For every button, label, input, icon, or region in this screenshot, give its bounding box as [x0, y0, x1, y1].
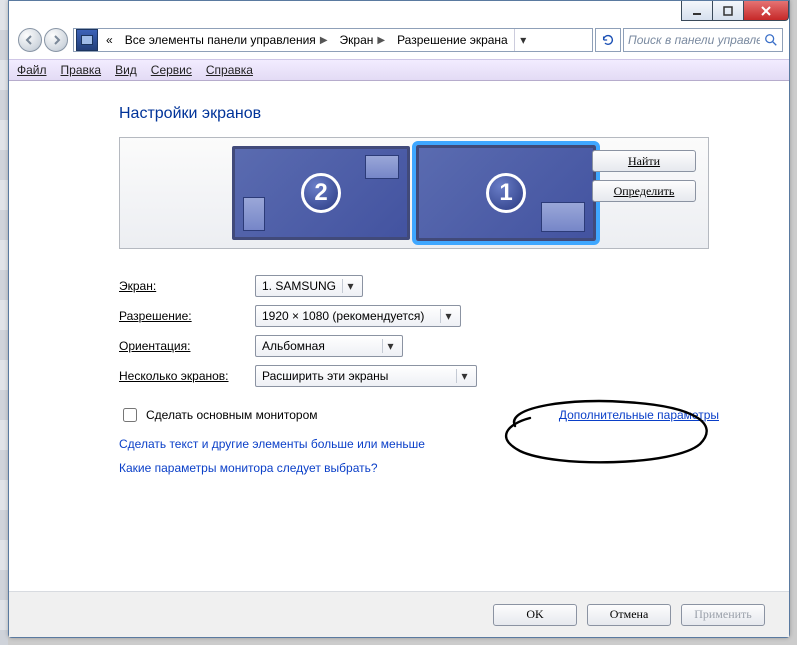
row-display: Экран: 1. SAMSUNG ▾ — [119, 271, 769, 301]
monitor-decoration-icon — [365, 155, 399, 179]
menu-service[interactable]: Сервис — [151, 63, 192, 77]
close-button[interactable] — [743, 1, 789, 21]
search-input[interactable]: Поиск в панели управления — [623, 28, 783, 52]
chevron-down-icon: ▾ — [456, 369, 472, 383]
help-links: Сделать текст и другие элементы больше и… — [119, 437, 769, 475]
chevron-right-icon: ▶ — [377, 35, 385, 46]
search-icon — [764, 33, 778, 47]
menu-view[interactable]: Вид — [115, 63, 137, 77]
monitor-params-link[interactable]: Какие параметры монитора следует выбрать… — [119, 461, 769, 475]
chevron-down-icon: ▾ — [382, 339, 398, 353]
chevron-down-icon: ▾ — [342, 279, 358, 293]
make-primary-checkbox[interactable] — [123, 408, 137, 422]
breadcrumb-back-sep[interactable]: « — [100, 29, 119, 51]
display-preview-panel: 2 1 Найти Определить — [119, 137, 709, 249]
breadcrumb-label: Экран — [340, 33, 374, 47]
monitor-2[interactable]: 2 — [232, 146, 410, 240]
combo-value: 1920 × 1080 (рекомендуется) — [262, 309, 424, 323]
advanced-settings-link[interactable]: Дополнительные параметры — [559, 408, 719, 422]
control-panel-window: « Все элементы панели управления ▶ Экран… — [8, 0, 790, 638]
row-orientation: Ориентация: Альбомная ▾ — [119, 331, 769, 361]
refresh-button[interactable] — [595, 28, 621, 52]
monitor-1[interactable]: 1 — [416, 145, 596, 241]
monitor-decoration-icon — [541, 202, 585, 232]
breadcrumb-item-all[interactable]: Все элементы панели управления ▶ — [119, 29, 334, 51]
row-resolution: Разрешение: 1920 × 1080 (рекомендуется) … — [119, 301, 769, 331]
resolution-combo[interactable]: 1920 × 1080 (рекомендуется) ▾ — [255, 305, 461, 327]
monitor-number: 1 — [486, 173, 526, 213]
apply-button[interactable]: Применить — [681, 604, 765, 626]
menu-file[interactable]: Файл — [17, 63, 47, 77]
menu-help[interactable]: Справка — [206, 63, 253, 77]
menu-bar: Файл Правка Вид Сервис Справка — [9, 59, 789, 81]
breadcrumb-item-display[interactable]: Экран ▶ — [334, 29, 392, 51]
address-bar-row: « Все элементы панели управления ▶ Экран… — [15, 27, 783, 53]
monitor-decoration-icon — [243, 197, 265, 231]
chevron-right-icon: ▶ — [320, 35, 328, 46]
display-label: Экран: — [119, 279, 255, 293]
identify-button[interactable]: Определить — [592, 180, 696, 202]
content-area: Настройки экранов 2 1 Найти Определить Э… — [9, 81, 789, 637]
row-multiple-displays: Несколько экранов: Расширить эти экраны … — [119, 361, 769, 391]
window-controls — [682, 1, 789, 21]
multi-combo[interactable]: Расширить эти экраны ▾ — [255, 365, 477, 387]
menu-edit[interactable]: Правка — [61, 63, 102, 77]
display-combo[interactable]: 1. SAMSUNG ▾ — [255, 275, 363, 297]
minimize-button[interactable] — [681, 1, 713, 21]
nav-arrows — [15, 26, 71, 54]
combo-value: 1. SAMSUNG — [262, 279, 336, 293]
search-placeholder: Поиск в панели управления — [628, 33, 760, 47]
multi-label: Несколько экранов: — [119, 369, 255, 383]
find-button[interactable]: Найти — [592, 150, 696, 172]
chevron-down-icon: ▾ — [440, 309, 456, 323]
orientation-combo[interactable]: Альбомная ▾ — [255, 335, 403, 357]
monitor-number: 2 — [301, 173, 341, 213]
ok-button[interactable]: OK — [493, 604, 577, 626]
preview-side-buttons: Найти Определить — [592, 150, 696, 202]
text-size-link[interactable]: Сделать текст и другие элементы больше и… — [119, 437, 769, 451]
breadcrumb-label: Разрешение экрана — [397, 33, 508, 47]
control-panel-icon — [76, 29, 98, 51]
row-primary-checkbox: Сделать основным монитором Дополнительны… — [119, 405, 719, 425]
combo-value: Расширить эти экраны — [262, 369, 388, 383]
nav-back-button[interactable] — [18, 28, 42, 52]
breadcrumb-label: Все элементы панели управления — [125, 33, 316, 47]
combo-value: Альбомная — [262, 339, 325, 353]
orientation-label: Ориентация: — [119, 339, 255, 353]
maximize-button[interactable] — [712, 1, 744, 21]
nav-forward-button[interactable] — [44, 28, 68, 52]
breadcrumb-item-resolution[interactable]: Разрешение экрана — [391, 29, 514, 51]
page-title: Настройки экранов — [119, 105, 769, 123]
dialog-button-bar: OK Отмена Применить — [9, 591, 789, 637]
make-primary-label: Сделать основным монитором — [146, 408, 318, 422]
left-artifact-stripe — [0, 0, 8, 645]
breadcrumb[interactable]: « Все элементы панели управления ▶ Экран… — [73, 28, 593, 52]
breadcrumb-dropdown[interactable]: ▾ — [514, 29, 532, 51]
cancel-button[interactable]: Отмена — [587, 604, 671, 626]
resolution-label: Разрешение: — [119, 309, 255, 323]
